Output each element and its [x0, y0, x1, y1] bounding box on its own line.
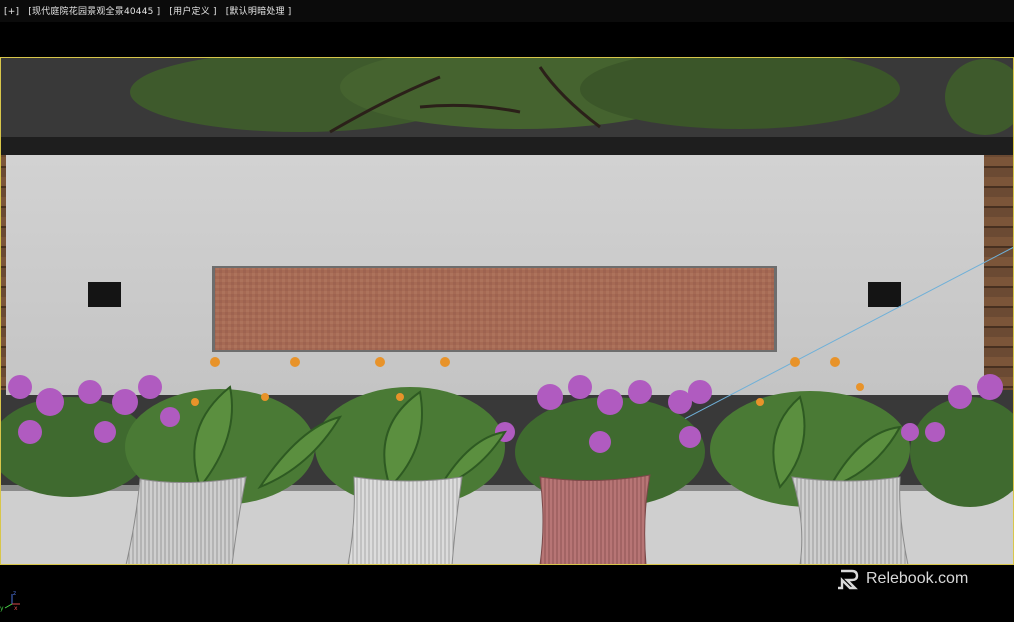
pillow-3: [539, 474, 651, 565]
relebook-watermark: Relebook.com: [838, 568, 968, 590]
watermark-text: Relebook.com: [866, 570, 969, 587]
pillow-2: [347, 476, 463, 565]
shading-mode-label[interactable]: [默认明暗处理 ]: [226, 7, 292, 17]
axis-gizmo-icon: z x y: [0, 590, 20, 612]
wall-light-left-icon: [88, 282, 121, 307]
axis-y-label: y: [0, 605, 4, 612]
viewport-menu-plus[interactable]: [+]: [4, 7, 19, 17]
wall-light-right-icon: [868, 282, 901, 307]
wood-panel-right: [984, 155, 1014, 390]
viewport-label: [+] [现代庭院花园景观全景40445 ] [用户定义 ] [默认明暗处理 ]: [4, 4, 297, 17]
brick-panel: [215, 268, 774, 350]
pillow-1: [125, 476, 247, 565]
pillow-4: [791, 476, 909, 565]
relebook-logo-icon: [838, 569, 859, 590]
axis-x-label: x: [14, 605, 18, 612]
scene-name-label[interactable]: [现代庭院花园景观全景40445 ]: [28, 7, 160, 17]
viewport-header-bar: [+] [现代庭院花园景观全景40445 ] [用户定义 ] [默认明暗处理 ]: [0, 0, 1014, 22]
axis-z-label: z: [13, 590, 16, 597]
3d-viewport[interactable]: [0, 57, 1014, 565]
scene-render: [0, 57, 1014, 565]
view-mode-label[interactable]: [用户定义 ]: [169, 7, 216, 17]
